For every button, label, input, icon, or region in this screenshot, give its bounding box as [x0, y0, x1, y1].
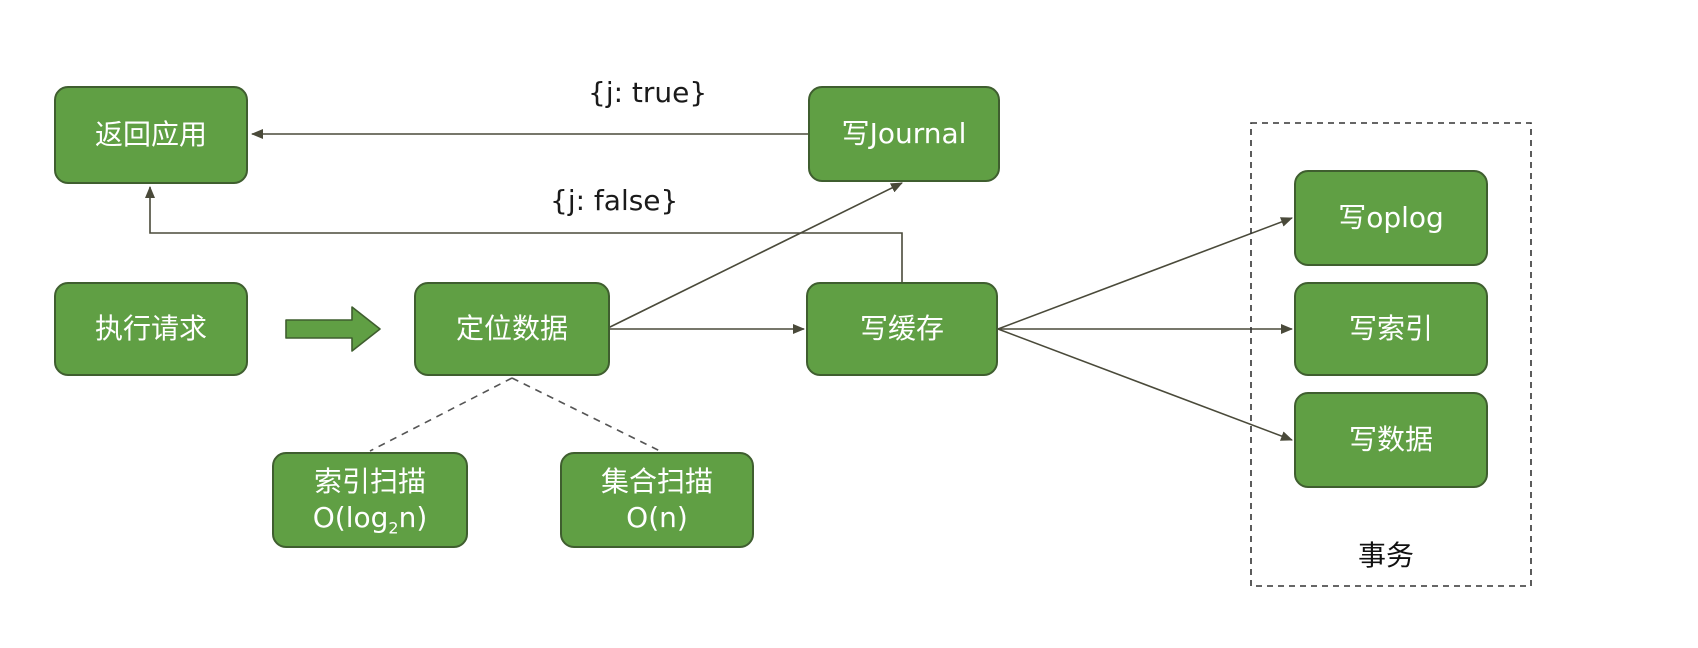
node-locate-data-label: 定位数据 [455, 312, 568, 345]
node-execute-request-label: 执行请求 [94, 312, 207, 345]
edge-cache-to-data [997, 328, 1293, 441]
node-collection-scan-complexity: O(n) [626, 501, 688, 534]
node-write-oplog-label: 写oplog [1338, 201, 1444, 234]
node-collection-scan[interactable]: 集合扫描 O(n) [560, 452, 754, 548]
node-execute-request[interactable]: 执行请求 [54, 282, 248, 376]
node-write-oplog[interactable]: 写oplog [1294, 170, 1488, 266]
node-write-journal[interactable]: 写Journal [808, 86, 1000, 182]
node-return-app[interactable]: 返回应用 [54, 86, 248, 184]
edge-label-j-false: {j: false} [550, 184, 679, 217]
transaction-group-label: 事务 [1358, 539, 1415, 572]
node-write-journal-label: 写Journal [841, 117, 967, 150]
node-index-scan-complexity: O(log2n) [312, 501, 428, 538]
node-write-data-label: 写数据 [1348, 423, 1433, 456]
node-write-index[interactable]: 写索引 [1294, 282, 1488, 376]
diagram-canvas: {j: true} {j: false} 返回应用 写Journal 执行请求 … [0, 0, 1698, 648]
node-index-scan[interactable]: 索引扫描 O(log2n) [272, 452, 468, 548]
node-write-cache-label: 写缓存 [859, 312, 944, 345]
node-write-cache[interactable]: 写缓存 [806, 282, 998, 376]
node-write-index-label: 写索引 [1348, 312, 1433, 345]
node-write-data[interactable]: 写数据 [1294, 392, 1488, 488]
node-locate-data[interactable]: 定位数据 [414, 282, 610, 376]
node-collection-scan-label: 集合扫描 [600, 465, 713, 498]
dashed-locate-to-collection-scan [511, 377, 661, 452]
block-arrow-icon [285, 306, 381, 352]
edge-cache-to-return [145, 186, 903, 283]
edge-label-j-true: {j: true} [588, 76, 708, 109]
edge-cache-to-oplog [997, 217, 1293, 330]
dashed-locate-to-index-scan [369, 377, 513, 452]
node-return-app-label: 返回应用 [94, 118, 207, 151]
node-index-scan-label: 索引扫描 [313, 465, 426, 498]
